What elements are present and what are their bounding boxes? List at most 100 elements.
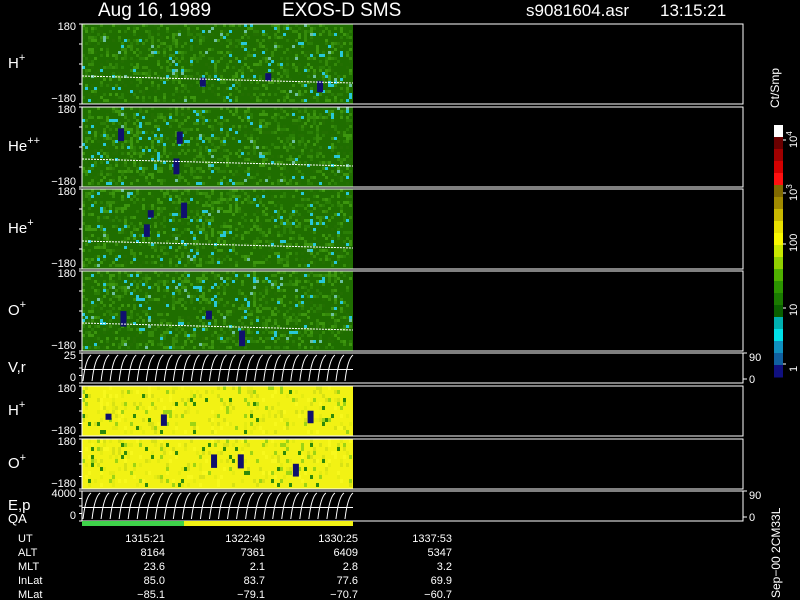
spectrogram-cell xyxy=(343,310,346,313)
spectrogram-cell xyxy=(163,119,166,122)
spectrogram-cell xyxy=(238,164,241,167)
spectrogram-cell xyxy=(343,179,346,182)
spectrogram-cell xyxy=(85,116,88,119)
spectrogram-cell xyxy=(247,274,250,277)
spectrogram-cell xyxy=(148,394,151,398)
spectrogram-cell xyxy=(145,410,148,414)
trace-curve xyxy=(136,354,146,382)
spectrogram-cell xyxy=(328,63,331,66)
spectrogram-cell xyxy=(253,30,256,33)
spectrogram-cell xyxy=(316,222,319,225)
spectrogram-cell xyxy=(331,113,334,116)
spectrogram-cell xyxy=(298,204,301,207)
spectrogram-cell xyxy=(214,39,217,42)
spectrogram-cell xyxy=(196,149,199,152)
spectrogram-cell xyxy=(130,42,133,45)
spectrogram-cell xyxy=(175,30,178,33)
spectrogram-cell xyxy=(292,84,295,87)
spectrogram-cell xyxy=(100,36,103,39)
spectrogram-cell xyxy=(304,274,307,277)
spectrogram-cell xyxy=(265,337,268,340)
spectrogram-cell xyxy=(223,258,226,261)
spectrogram-cell xyxy=(193,216,196,219)
spectrogram-cell xyxy=(313,234,316,237)
spectrogram-cell xyxy=(322,198,325,201)
spectrogram-cell xyxy=(298,343,301,346)
spectrogram-cell xyxy=(142,146,145,149)
spectrogram-cell xyxy=(217,301,220,304)
spectrogram-cell xyxy=(178,261,181,264)
spectrogram-cell xyxy=(157,167,160,170)
spectrogram-cell xyxy=(148,72,151,75)
spectrogram-cell xyxy=(172,280,175,283)
spectrogram-cell xyxy=(229,414,232,418)
spectrogram-cell xyxy=(91,128,94,131)
spectrogram-cell xyxy=(292,210,295,213)
spectrogram-cell xyxy=(85,234,88,237)
spectrogram-cell xyxy=(289,286,292,289)
spectrogram-cell xyxy=(253,63,256,66)
spectrogram-cell xyxy=(112,195,115,198)
spectrogram-cell xyxy=(346,237,349,240)
spectrogram-cell xyxy=(259,261,262,264)
spectrogram-cell xyxy=(208,204,211,207)
spectrogram-cell xyxy=(85,406,88,410)
spectrogram-cell xyxy=(97,237,100,240)
spectrogram-cell xyxy=(337,131,340,134)
spectrogram-cell xyxy=(331,179,334,182)
spectrogram-cell xyxy=(214,304,217,307)
spectrogram-cell xyxy=(184,334,187,337)
spectrogram-cell xyxy=(331,316,334,319)
spectrogram-cell xyxy=(346,110,349,113)
spectrogram-cell xyxy=(322,222,325,225)
spectrogram-cell xyxy=(88,110,91,113)
spectrogram-cell xyxy=(331,122,334,125)
spectrogram-cell xyxy=(220,30,223,33)
spectrogram-cell xyxy=(247,30,250,33)
spectrogram-cell xyxy=(301,219,304,222)
spectrogram-cell xyxy=(109,78,112,81)
spectrogram-cell xyxy=(274,331,277,334)
spectrogram-cell xyxy=(112,66,115,69)
spectrogram-cell xyxy=(349,261,352,264)
spectrogram-cell xyxy=(277,334,280,337)
spectrogram-cell xyxy=(229,328,232,331)
spectrogram-cell xyxy=(94,422,97,426)
spectrogram-cell xyxy=(124,176,127,179)
spectrogram-cell xyxy=(343,42,346,45)
spectrogram-cell xyxy=(316,182,319,185)
spectrogram-cell xyxy=(112,292,115,295)
spectrogram-cell xyxy=(238,264,241,267)
spectrogram-cell xyxy=(118,298,121,301)
spectrogram-cell xyxy=(169,331,172,334)
spectrogram-cell xyxy=(313,57,316,60)
spectrogram-cell xyxy=(229,225,232,228)
spectrogram-cell xyxy=(301,313,304,316)
spectrogram-cell xyxy=(88,301,91,304)
spectrogram-cell xyxy=(196,119,199,122)
spectrogram-cell xyxy=(304,207,307,210)
spectrogram-cell xyxy=(163,331,166,334)
spectrogram-cell xyxy=(184,113,187,116)
spectrogram-cell xyxy=(331,219,334,222)
spectrogram-cell xyxy=(109,277,112,280)
spectrogram-cell xyxy=(100,430,103,434)
spectrogram-cell xyxy=(253,33,256,36)
spectrogram-cell xyxy=(151,113,154,116)
spectrogram-cell xyxy=(307,289,310,292)
spectrogram-cell xyxy=(148,390,151,394)
spectrogram-cell xyxy=(205,27,208,30)
spectrogram-cell xyxy=(154,198,157,201)
spectrogram-cell xyxy=(265,231,268,234)
spectrogram-cell xyxy=(307,210,310,213)
spectrogram-cell xyxy=(244,134,247,137)
spectrogram-cell xyxy=(295,173,298,176)
spectrogram-cell xyxy=(145,81,148,84)
spectrogram-cell xyxy=(205,210,208,213)
spectrogram-cell xyxy=(148,406,151,410)
spectrogram-cell xyxy=(238,386,241,390)
spectrogram-cell xyxy=(340,231,343,234)
spectrogram-cell xyxy=(253,426,256,430)
spectrogram-cell xyxy=(226,225,229,228)
spectrogram-cell xyxy=(337,69,340,72)
